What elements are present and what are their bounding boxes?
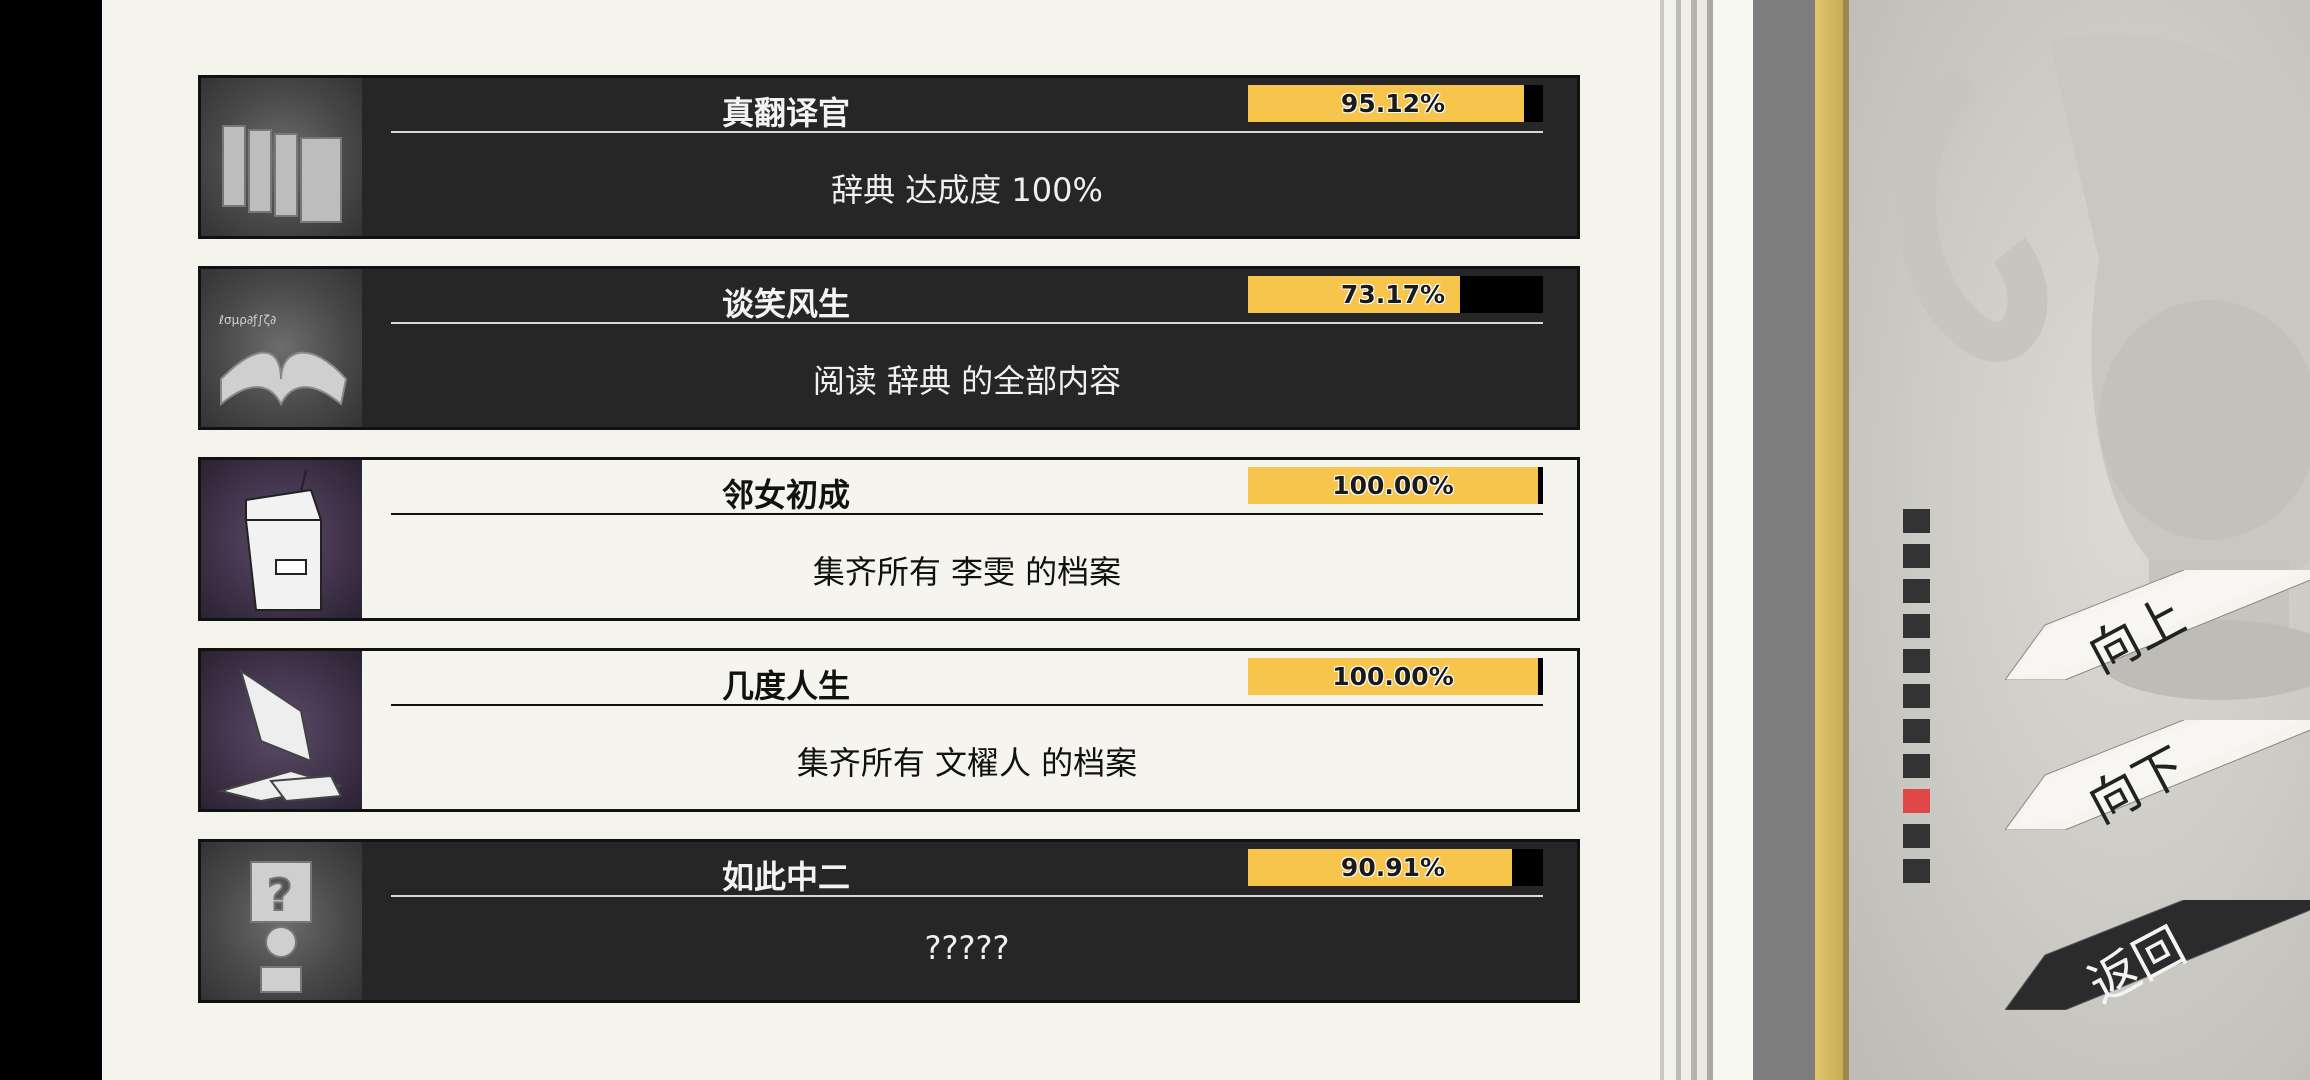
progress-bar: 100.00% (1248, 467, 1543, 504)
books-icon (222, 125, 342, 223)
page-dot (1903, 719, 1930, 743)
scattered-papers-icon (217, 668, 343, 803)
page-dot (1903, 614, 1930, 638)
achievement-title: 如此中二 (721, 858, 850, 896)
page-dot (1903, 754, 1930, 778)
achievement-title: 真翻译官 (721, 94, 850, 132)
achievement-card: 几度人生 100.00% 集齐所有 文櫂人 的档案 (198, 648, 1580, 812)
achievement-card: ℓσμρ∂ƒ∫ζ∂ 谈笑风生 73.17% 阅读 辞典 的全部内容 (198, 266, 1580, 430)
achievement-title: 谈笑风生 (721, 285, 850, 323)
svg-text:?: ? (267, 870, 293, 921)
divider (391, 131, 1543, 133)
gold-stripe (1815, 0, 1843, 1080)
achievement-description: 集齐所有 李雯 的档案 (812, 553, 1122, 591)
divider (391, 322, 1543, 324)
left-letterbox (0, 0, 102, 1080)
achievement-card: 邻女初成 100.00% 集齐所有 李雯 的档案 (198, 457, 1580, 621)
achievement-icon-box (201, 460, 362, 618)
scroll-up-button[interactable]: 向上 (2005, 570, 2310, 685)
achievement-description: ????? (924, 929, 1010, 967)
binding-strip (1713, 0, 1753, 1080)
mystery-figure-icon: ? (250, 861, 312, 993)
achievement-icon-box (201, 78, 362, 236)
divider (391, 513, 1543, 515)
binding-strip (1664, 0, 1676, 1080)
achievement-title: 邻女初成 (721, 476, 850, 514)
progress-text: 100.00% (1332, 662, 1454, 691)
achievement-description: 辞典 达成度 100% (831, 171, 1103, 209)
progress-text: 100.00% (1332, 471, 1454, 500)
binding-strip (1697, 0, 1707, 1080)
achievement-title: 几度人生 (721, 667, 850, 705)
progress-bar: 95.12% (1248, 85, 1543, 122)
binding-strip (1753, 0, 1815, 1080)
progress-bar: 100.00% (1248, 658, 1543, 695)
progress-bar: 73.17% (1248, 276, 1543, 313)
achievement-card: ? 如此中二 90.91%????? (198, 839, 1580, 1003)
achievement-icon-box: ? (201, 842, 362, 1000)
scroll-down-button[interactable]: 向下 (2005, 720, 2310, 835)
achievement-description: 集齐所有 文櫂人 的档案 (796, 744, 1138, 782)
binding-strip (1681, 0, 1691, 1080)
back-button[interactable]: 返回 (2005, 900, 2310, 1015)
achievement-icon-box: ℓσμρ∂ƒ∫ζ∂ (201, 269, 362, 427)
progress-text: 73.17% (1340, 280, 1446, 309)
divider (391, 704, 1543, 706)
page-dot (1903, 824, 1930, 848)
achievement-description: 阅读 辞典 的全部内容 (812, 362, 1122, 400)
open-book-icon: ℓσμρ∂ƒ∫ζ∂ (218, 313, 348, 407)
svg-text:ℓσμρ∂ƒ∫ζ∂: ℓσμρ∂ƒ∫ζ∂ (218, 313, 276, 327)
progress-bar: 90.91% (1248, 849, 1543, 886)
page-indicator (1903, 509, 1931, 894)
achievement-card: 真翻译官 95.12% 辞典 达成度 100% (198, 75, 1580, 239)
page-dot (1903, 579, 1930, 603)
page-dot-active (1903, 789, 1930, 813)
achievement-icon-box (201, 651, 362, 809)
milk-carton-icon (245, 469, 322, 611)
progress-text: 90.91% (1340, 853, 1446, 882)
page-dot (1903, 859, 1930, 883)
page-dot (1903, 544, 1930, 568)
progress-text: 95.12% (1340, 89, 1446, 118)
page-dot (1903, 684, 1930, 708)
page-dot (1903, 509, 1930, 533)
page-dot (1903, 649, 1930, 673)
divider (391, 895, 1543, 897)
